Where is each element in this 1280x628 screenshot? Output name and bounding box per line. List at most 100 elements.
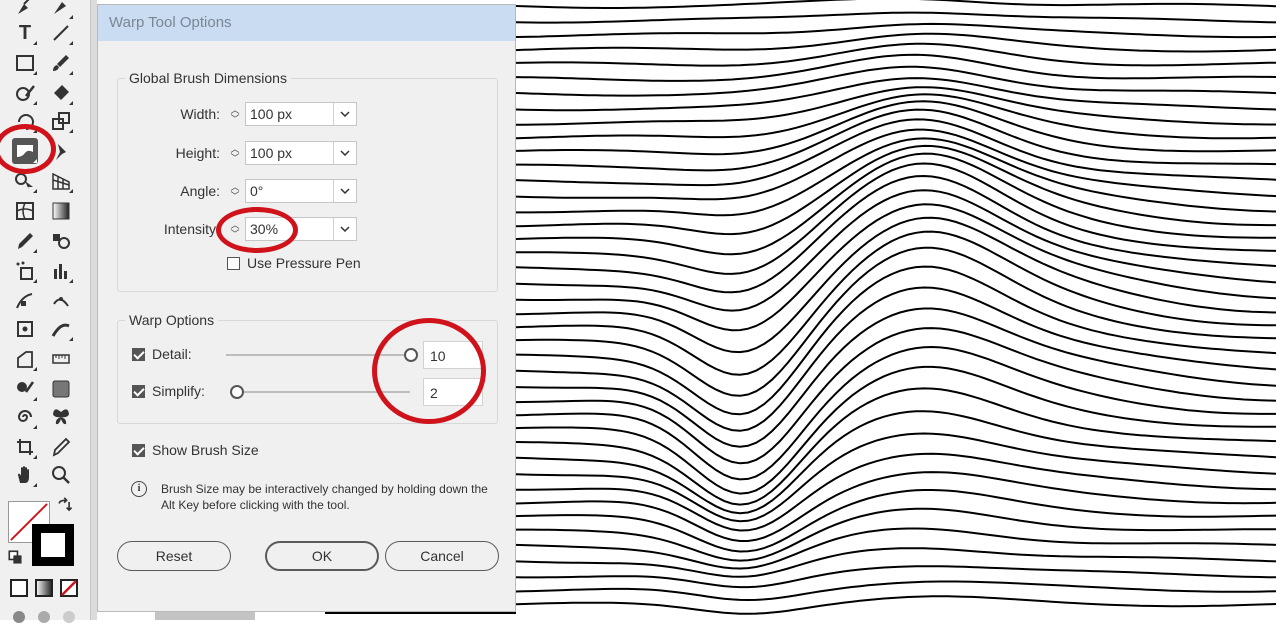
draw-inside-icon[interactable] <box>56 602 82 628</box>
blend-icon[interactable] <box>48 228 74 254</box>
eyedropper-icon[interactable] <box>12 228 38 254</box>
simplify-value-field[interactable]: 2 <box>423 378 483 406</box>
anchor-point-icon[interactable] <box>12 288 38 314</box>
shaper-icon[interactable] <box>12 80 38 106</box>
angle-stepper[interactable]: ︿ ﹀ <box>225 179 245 205</box>
warped-line <box>516 286 1277 432</box>
simplify-slider-thumb[interactable] <box>230 385 244 399</box>
simplify-slider-track[interactable] <box>236 391 410 393</box>
chevron-down-icon[interactable] <box>333 218 356 240</box>
simplify-checkbox[interactable] <box>132 385 145 398</box>
detail-label: Detail: <box>152 346 192 362</box>
gradient-icon[interactable] <box>48 198 74 224</box>
use-pressure-pen-label: Use Pressure Pen <box>247 255 361 271</box>
width-stepper[interactable]: ︿ ﹀ <box>225 102 245 128</box>
use-pressure-pen-checkbox[interactable] <box>227 257 240 270</box>
detail-value-field[interactable]: 10 <box>423 341 483 369</box>
warped-line <box>516 489 1277 553</box>
detail-slider-track[interactable] <box>226 354 410 356</box>
chevron-down-icon[interactable] <box>333 142 356 164</box>
brush-pen-icon[interactable] <box>48 0 74 20</box>
width-icon[interactable] <box>48 316 74 342</box>
type-icon[interactable]: T <box>12 20 38 46</box>
warped-line <box>516 128 1277 201</box>
width-value: 100 px <box>250 106 293 122</box>
info-line-1: Brush Size may be interactively changed … <box>161 482 488 496</box>
show-brush-size-checkbox[interactable] <box>132 444 145 457</box>
angle-combo[interactable]: 0° <box>245 179 357 203</box>
curvature-icon[interactable] <box>48 288 74 314</box>
warped-line <box>516 0 1277 9</box>
default-fill-stroke-icon[interactable] <box>6 548 24 566</box>
stroke-swatch[interactable] <box>32 524 74 566</box>
knife-icon[interactable] <box>48 434 74 460</box>
warped-line <box>516 410 1277 515</box>
symbol-sprayer-icon[interactable] <box>12 258 38 284</box>
info-line-2: Alt Key before clicking with the tool. <box>161 498 350 512</box>
warped-line <box>516 86 1276 126</box>
warp-options-legend: Warp Options <box>125 312 219 328</box>
global-brush-dimensions-legend: Global Brush Dimensions <box>125 70 291 86</box>
ok-button[interactable]: OK <box>265 541 379 571</box>
column-graph-icon[interactable] <box>48 258 74 284</box>
dialog-title: Warp Tool Options <box>98 5 515 41</box>
rectangle-icon[interactable] <box>12 50 38 76</box>
scale-icon[interactable] <box>48 108 74 134</box>
hand-icon[interactable] <box>12 462 38 488</box>
warp-icon[interactable] <box>12 138 38 164</box>
reset-button[interactable]: Reset <box>117 541 231 571</box>
chevron-down-icon[interactable] <box>333 180 356 202</box>
chevron-down-icon[interactable] <box>333 103 356 125</box>
draw-behind-icon[interactable] <box>31 602 57 628</box>
warped-line <box>516 65 1277 97</box>
angle-value: 0° <box>250 183 264 199</box>
zoom-icon[interactable] <box>48 462 74 488</box>
butterfly-icon[interactable] <box>48 404 74 430</box>
line-segment-icon[interactable] <box>48 20 74 46</box>
intensity-label: Intensity <box>163 221 216 237</box>
draw-normal-icon[interactable] <box>6 602 32 628</box>
show-brush-size-label: Show Brush Size <box>152 442 259 458</box>
artboard-canvas[interactable] <box>516 0 1280 620</box>
gradient-mode-icon[interactable] <box>31 575 57 601</box>
rotate-icon[interactable] <box>12 108 38 134</box>
none-mode-icon[interactable] <box>56 575 82 601</box>
ruler-icon[interactable] <box>48 346 74 372</box>
artwork-line-segment <box>325 612 516 614</box>
shape-builder-icon[interactable] <box>12 168 38 194</box>
warped-line <box>516 547 1277 578</box>
detail-slider-thumb[interactable] <box>404 348 418 362</box>
height-stepper[interactable]: ︿ ﹀ <box>225 141 245 167</box>
live-paint-icon[interactable] <box>12 376 38 402</box>
perspective-grid-icon[interactable] <box>48 168 74 194</box>
warped-line <box>516 595 1277 615</box>
pen-icon[interactable] <box>12 0 38 20</box>
tools-panel: T <box>0 0 91 623</box>
measure-icon[interactable] <box>12 346 38 372</box>
texture-icon[interactable] <box>48 376 74 402</box>
paintbrush-icon[interactable] <box>48 50 74 76</box>
eraser-icon[interactable] <box>48 80 74 106</box>
warped-line <box>516 77 1277 112</box>
height-label: Height: <box>175 145 220 161</box>
cancel-button[interactable]: Cancel <box>385 541 499 571</box>
free-transform-icon[interactable] <box>12 316 38 342</box>
spiral-icon[interactable] <box>12 404 38 430</box>
intensity-stepper[interactable]: ︿ ﹀ <box>225 217 245 243</box>
detail-checkbox[interactable] <box>132 348 145 361</box>
height-combo[interactable]: 100 px <box>245 141 357 165</box>
warped-lines-artwork <box>516 0 1277 615</box>
angle-label: Angle: <box>180 183 220 199</box>
crop-icon[interactable] <box>12 434 38 460</box>
width-combo[interactable]: 100 px <box>245 102 357 126</box>
simplify-label: Simplify: <box>152 383 205 399</box>
warp-tool-options-dialog: Warp Tool Options Global Brush Dimension… <box>97 4 516 612</box>
intensity-combo[interactable]: 30% <box>245 217 357 241</box>
warped-line <box>516 32 1277 53</box>
puppet-warp-icon[interactable] <box>48 138 74 164</box>
warped-line <box>516 11 1277 24</box>
swap-fill-stroke-icon[interactable] <box>56 497 74 515</box>
mesh-icon[interactable] <box>12 198 38 224</box>
width-label: Width: <box>180 106 220 122</box>
color-mode-icon[interactable] <box>6 575 32 601</box>
